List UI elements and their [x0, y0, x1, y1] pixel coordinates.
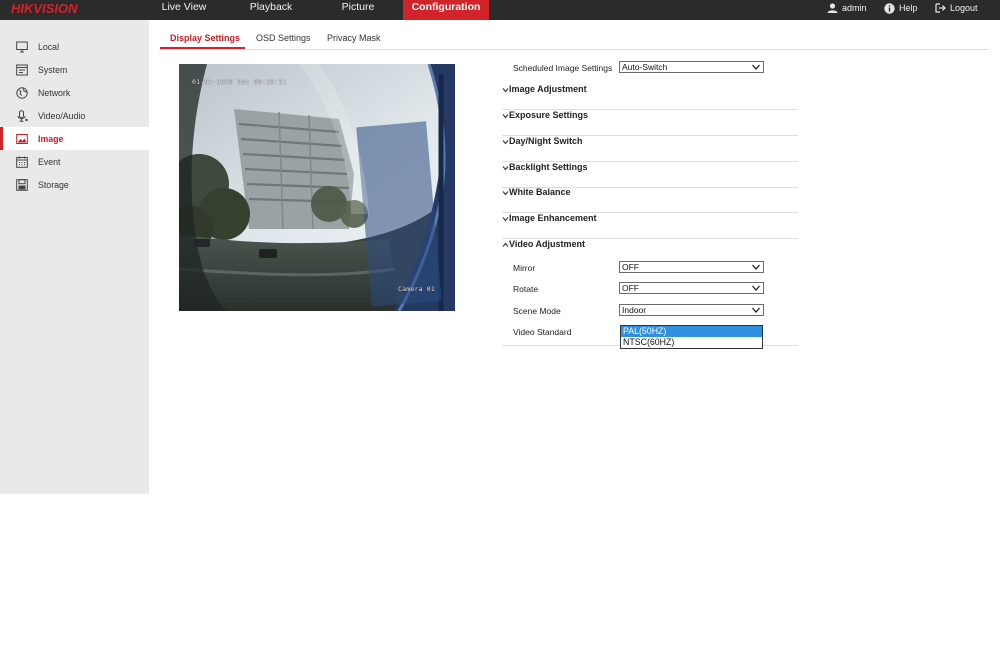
help-button[interactable]: Help [884, 0, 918, 16]
camera-image [179, 64, 455, 311]
mirror-select[interactable]: OFF [619, 261, 764, 273]
chevron-down-icon [502, 191, 509, 196]
tab-osd-settings[interactable]: OSD Settings [256, 33, 311, 43]
sidebar-item-storage[interactable]: Storage [0, 173, 149, 196]
video-standard-dropdown[interactable]: PAL(50HZ) NTSC(60HZ) [620, 325, 763, 349]
sidebar-item-event[interactable]: Event [0, 150, 149, 173]
chevron-down-icon [752, 285, 760, 291]
chevron-down-icon [502, 140, 509, 145]
scheduled-image-settings-label: Scheduled Image Settings [513, 63, 613, 73]
chevron-down-icon [502, 166, 509, 171]
top-navigation-bar: HIKVISION Live View Playback Picture Con… [0, 0, 1000, 20]
osd-timestamp: 01-01-2020 Sat 00:29:31 [192, 78, 287, 86]
image-icon [16, 134, 28, 144]
section-title: White Balance [509, 187, 571, 197]
mirror-label: Mirror [513, 263, 536, 273]
logout-label: Logout [950, 2, 978, 13]
user-icon [827, 3, 838, 13]
nav-configuration[interactable]: Configuration [403, 0, 489, 20]
rotate-select[interactable]: OFF [619, 282, 764, 294]
chevron-down-icon [502, 88, 509, 93]
section-title: Day/Night Switch [509, 136, 583, 146]
help-label: Help [899, 2, 918, 13]
section-title: Video Adjustment [509, 239, 586, 249]
scene-mode-label: Scene Mode [513, 306, 561, 316]
osd-camera-name: Camera 01 [398, 285, 436, 293]
section-title: Image Enhancement [509, 213, 597, 223]
section-backlight-settings[interactable]: Backlight Settings [502, 162, 798, 188]
video-standard-label: Video Standard [513, 327, 572, 337]
active-tab-indicator [160, 47, 245, 49]
sidebar-item-label: Video/Audio [38, 111, 86, 121]
nav-live-view[interactable]: Live View [150, 0, 218, 20]
sidebar-item-local[interactable]: Local [0, 35, 149, 58]
video-preview[interactable]: 01-01-2020 Sat 00:29:31 Camera 01 [179, 64, 455, 311]
sidebar-item-label: Local [38, 42, 60, 52]
sidebar-item-system[interactable]: System [0, 58, 149, 81]
storage-icon [16, 179, 28, 191]
scene-mode-select[interactable]: Indoor [619, 304, 764, 316]
user-menu-admin[interactable]: admin [827, 0, 867, 16]
section-title: Exposure Settings [509, 110, 589, 120]
mic-icon [17, 110, 28, 122]
system-icon [16, 64, 28, 76]
sidebar-item-label: System [38, 65, 68, 75]
dropdown-option-pal[interactable]: PAL(50HZ) [621, 326, 762, 337]
help-icon [884, 2, 895, 14]
settings-subtabs: Display Settings OSD Settings Privacy Ma… [160, 30, 989, 50]
app-root: HIKVISION Live View Playback Picture Con… [0, 0, 1000, 645]
sidebar-item-label: Event [38, 157, 61, 167]
sidebar-item-label: Image [38, 134, 64, 144]
select-value: Indoor [622, 305, 647, 315]
sidebar-item-network[interactable]: Network [0, 81, 149, 104]
section-title: Image Adjustment [509, 84, 587, 94]
chevron-down-icon [752, 307, 760, 313]
sidebar-item-video-audio[interactable]: Video/Audio [0, 104, 149, 127]
section-white-balance[interactable]: White Balance [502, 187, 798, 213]
chevron-down-icon [752, 64, 760, 70]
nav-playback[interactable]: Playback [237, 0, 305, 20]
sidebar-item-label: Storage [38, 180, 69, 190]
section-title: Backlight Settings [509, 162, 588, 172]
chevron-down-icon [502, 114, 509, 119]
brand-logo: HIKVISION [11, 1, 78, 16]
section-exposure-settings[interactable]: Exposure Settings [502, 110, 798, 136]
logout-button[interactable]: Logout [935, 0, 978, 16]
rotate-label: Rotate [513, 284, 539, 294]
sidebar-item-image[interactable]: Image [0, 127, 149, 150]
section-image-enhancement[interactable]: Image Enhancement [502, 213, 798, 239]
dropdown-option-ntsc[interactable]: NTSC(60HZ) [621, 337, 762, 348]
user-name-label: admin [842, 2, 867, 13]
select-value: OFF [622, 283, 639, 293]
section-day-night-switch[interactable]: Day/Night Switch [502, 136, 798, 162]
chevron-down-icon [752, 264, 760, 270]
sidebar: Local System Network Video/Audio Image E… [0, 20, 149, 494]
logout-icon [935, 3, 946, 13]
select-value: OFF [622, 262, 639, 272]
globe-icon [16, 87, 28, 99]
scheduled-image-settings-select[interactable]: Auto-Switch [619, 61, 764, 73]
nav-picture[interactable]: Picture [324, 0, 392, 20]
chevron-up-icon [502, 242, 509, 247]
tab-privacy-mask[interactable]: Privacy Mask [327, 33, 381, 43]
monitor-icon [16, 41, 28, 53]
select-value: Auto-Switch [622, 62, 668, 72]
tab-display-settings[interactable]: Display Settings [170, 33, 240, 43]
calendar-icon [16, 156, 28, 168]
section-image-adjustment[interactable]: Image Adjustment [502, 84, 798, 110]
chevron-down-icon [502, 217, 509, 222]
sidebar-item-label: Network [38, 88, 71, 98]
